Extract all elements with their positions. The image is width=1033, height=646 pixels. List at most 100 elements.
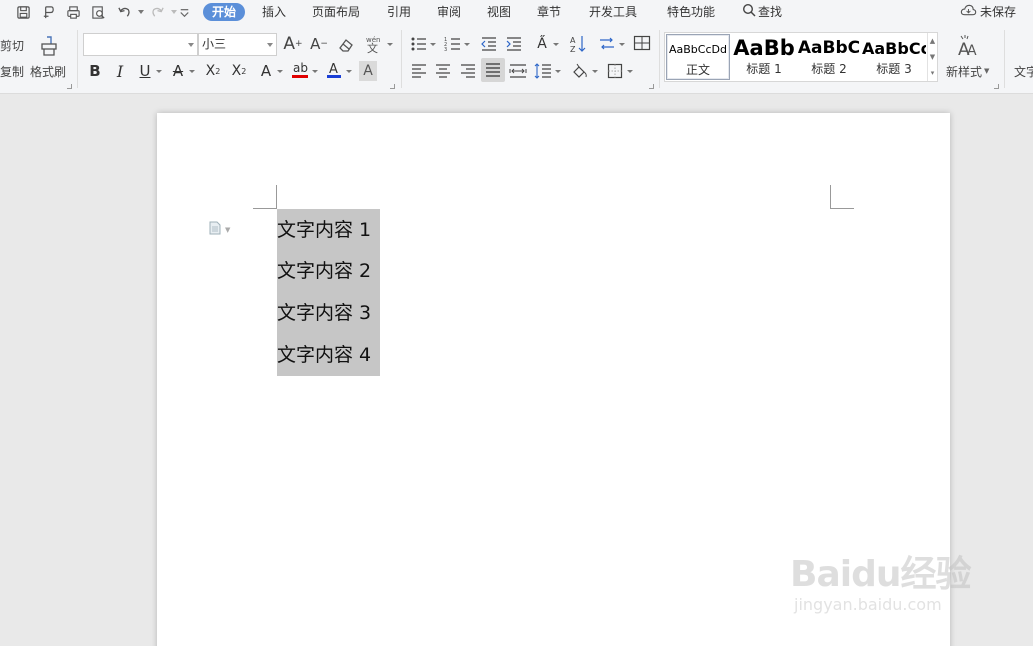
new-style-label: 新样式 — [946, 64, 983, 79]
chevron-down-icon[interactable]: ▼ — [928, 49, 937, 65]
phonetic-guide-icon[interactable]: wén 文 — [363, 33, 387, 55]
print-preview-icon[interactable] — [89, 3, 107, 21]
strikethrough-icon[interactable]: A — [169, 61, 187, 81]
borders-icon[interactable] — [605, 61, 625, 81]
font-color-dropdown-icon[interactable] — [346, 70, 352, 73]
text-tools-label: 文字 — [1014, 64, 1033, 79]
paragraph-handle[interactable]: ▼ — [209, 221, 230, 238]
align-left-icon[interactable] — [409, 61, 429, 81]
gallery-scroll[interactable]: ▲ ▼ ▾ — [927, 33, 937, 81]
align-right-icon[interactable] — [458, 61, 478, 81]
redo-icon[interactable] — [148, 3, 166, 21]
shrink-font-icon[interactable]: A − — [309, 33, 329, 55]
paragraph-4[interactable]: 文字内容 4 — [277, 340, 371, 370]
gallery-expand-icon[interactable]: ▾ — [928, 65, 937, 81]
highlight-icon[interactable]: ab — [290, 59, 310, 81]
font-color-icon[interactable]: A — [324, 59, 344, 81]
decrease-indent-icon[interactable] — [479, 34, 499, 54]
table-border-icon[interactable] — [632, 33, 652, 53]
undo-icon[interactable] — [115, 3, 133, 21]
char-shading-icon[interactable]: A — [359, 61, 377, 81]
chinese-layout-dropdown-icon[interactable] — [553, 43, 559, 46]
bullet-dropdown-icon[interactable] — [430, 43, 436, 46]
grow-font-icon[interactable]: A + — [283, 33, 303, 55]
subscript-icon[interactable]: X2 — [229, 61, 249, 81]
tab-special-features[interactable]: 特色功能 — [667, 3, 715, 21]
style-name: 正文 — [685, 63, 710, 77]
format-painter-button[interactable]: 格式刷 — [30, 63, 66, 79]
chevron-down-icon: ▼ — [225, 225, 231, 234]
format-painter-icon[interactable] — [38, 34, 60, 58]
style-normal[interactable]: AaBbCcDd 正文 — [666, 34, 730, 80]
shading-icon[interactable] — [570, 61, 590, 81]
shading-dropdown-icon[interactable] — [592, 70, 598, 73]
chinese-layout-icon[interactable]: A̋ — [532, 33, 552, 55]
font-size-value: 小三 — [202, 37, 227, 51]
tab-home[interactable]: 开始 — [203, 3, 246, 21]
document-area[interactable]: ▼ 文字内容 1 文字内容 2 文字内容 3 文字内容 4 Baidu经验 ji… — [0, 95, 1033, 646]
style-heading-2[interactable]: AaBbC 标题 2 — [797, 34, 861, 80]
font-launcher-icon[interactable] — [390, 84, 395, 89]
tab-developer[interactable]: 开发工具 — [589, 3, 637, 21]
tab-insert[interactable]: 插入 — [262, 3, 286, 21]
text-effect-dropdown-icon[interactable] — [277, 70, 283, 73]
save-status[interactable]: 未保存 — [960, 3, 1016, 21]
text-tools-button[interactable]: 文字 — [1014, 63, 1033, 79]
paragraph-3[interactable]: 文字内容 3 — [277, 298, 371, 328]
customize-toolbar-icon[interactable] — [175, 3, 193, 21]
clear-format-icon[interactable] — [336, 34, 356, 56]
new-style-icon[interactable]: AA — [955, 32, 983, 60]
style-heading-1[interactable]: AaBb 标题 1 — [732, 34, 796, 80]
style-gallery: AaBbCcDd 正文 AaBb 标题 1 AaBbC 标题 2 AaBbCc … — [664, 32, 938, 82]
print-icon[interactable] — [64, 3, 82, 21]
tab-chapter[interactable]: 章节 — [537, 3, 561, 21]
paragraph-1[interactable]: 文字内容 1 — [277, 215, 371, 245]
style-name: 标题 3 — [876, 62, 912, 76]
paragraph-launcher-icon[interactable] — [649, 84, 654, 89]
font-size-combo[interactable]: 小三 — [198, 33, 277, 56]
cloud-icon — [960, 3, 977, 22]
style-sample: AaBbC — [797, 38, 861, 58]
numbering-dropdown-icon[interactable] — [464, 43, 470, 46]
sort-icon[interactable]: AZ — [568, 33, 588, 55]
output-pdf-icon[interactable] — [39, 3, 57, 21]
phonetic-dropdown-icon[interactable] — [387, 43, 393, 46]
show-hide-marks-icon[interactable] — [597, 34, 617, 54]
bold-icon[interactable]: B — [86, 61, 104, 81]
save-icon[interactable] — [14, 3, 32, 21]
font-name-combo[interactable] — [83, 33, 198, 56]
distributed-align-icon[interactable] — [508, 61, 528, 81]
highlight-dropdown-icon[interactable] — [312, 70, 318, 73]
paragraph-2[interactable]: 文字内容 2 — [277, 256, 371, 286]
copy-button[interactable]: 复制 — [0, 63, 24, 79]
text-effect-icon[interactable]: A — [257, 61, 275, 81]
search-button[interactable]: 查找 — [742, 3, 782, 21]
line-spacing-icon[interactable] — [533, 61, 553, 81]
cut-button[interactable]: 剪切 — [0, 37, 24, 53]
tab-page-layout[interactable]: 页面布局 — [312, 3, 360, 21]
styles-launcher-icon[interactable] — [994, 84, 999, 89]
justify-icon[interactable] — [481, 58, 505, 82]
underline-icon[interactable]: U — [136, 61, 154, 81]
tab-references[interactable]: 引用 — [387, 3, 411, 21]
style-heading-3[interactable]: AaBbCc 标题 3 — [862, 34, 926, 80]
italic-icon[interactable]: I — [111, 61, 129, 81]
superscript-icon[interactable]: X2 — [203, 61, 223, 81]
marks-dropdown-icon[interactable] — [619, 43, 625, 46]
increase-indent-icon[interactable] — [504, 34, 524, 54]
align-center-icon[interactable] — [433, 61, 453, 81]
borders-dropdown-icon[interactable] — [627, 70, 633, 73]
chevron-up-icon[interactable]: ▲ — [928, 33, 937, 49]
tab-review[interactable]: 审阅 — [437, 3, 461, 21]
underline-dropdown-icon[interactable] — [156, 70, 162, 73]
tab-view[interactable]: 视图 — [487, 3, 511, 21]
new-style-button[interactable]: 新样式 ▼ — [946, 63, 989, 79]
clipboard-launcher-icon[interactable] — [67, 84, 72, 89]
svg-text:Z: Z — [570, 45, 576, 54]
save-status-label: 未保存 — [980, 5, 1017, 19]
line-spacing-dropdown-icon[interactable] — [555, 70, 561, 73]
bullet-list-icon[interactable] — [409, 34, 429, 54]
strikethrough-dropdown-icon[interactable] — [189, 70, 195, 73]
numbered-list-icon[interactable]: 123 — [443, 34, 463, 54]
baidu-watermark: Baidu经验 jingyan.baidu.com — [790, 535, 990, 625]
